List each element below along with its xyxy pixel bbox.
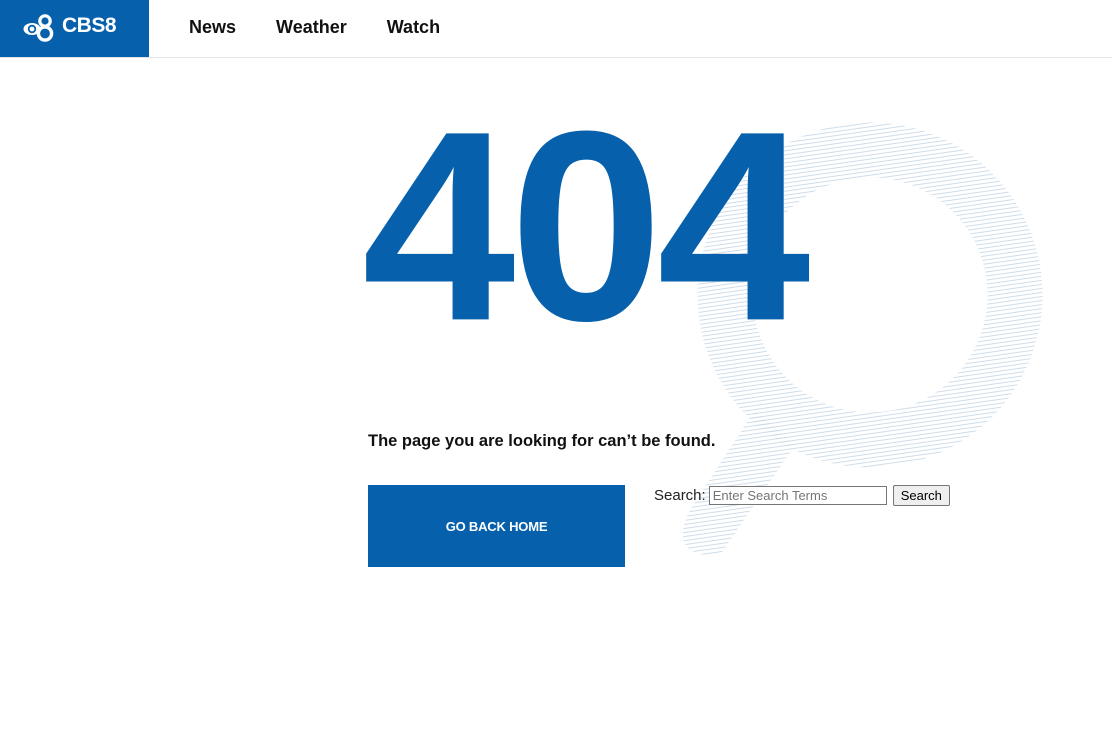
search-input[interactable] xyxy=(708,486,887,505)
cbs-eye-logo-icon xyxy=(23,14,54,42)
search-button[interactable]: Search xyxy=(892,485,950,506)
logo-text: CBS8 xyxy=(62,14,117,37)
go-back-home-button[interactable]: GO BACK HOME xyxy=(368,485,625,567)
main-nav: News Weather Watch xyxy=(189,14,440,40)
nav-item-weather[interactable]: Weather xyxy=(276,14,347,40)
search-label: Search: xyxy=(654,487,706,504)
error-message: The page you are looking for can’t be fo… xyxy=(368,432,716,450)
nav-item-watch[interactable]: Watch xyxy=(387,14,440,40)
nav-item-news[interactable]: News xyxy=(189,14,236,40)
error-code: 404 xyxy=(362,75,811,378)
site-header: CBS8 News Weather Watch xyxy=(0,0,1112,58)
search-form: Search: Search xyxy=(654,485,950,506)
site-logo-link[interactable]: CBS8 xyxy=(0,0,149,57)
